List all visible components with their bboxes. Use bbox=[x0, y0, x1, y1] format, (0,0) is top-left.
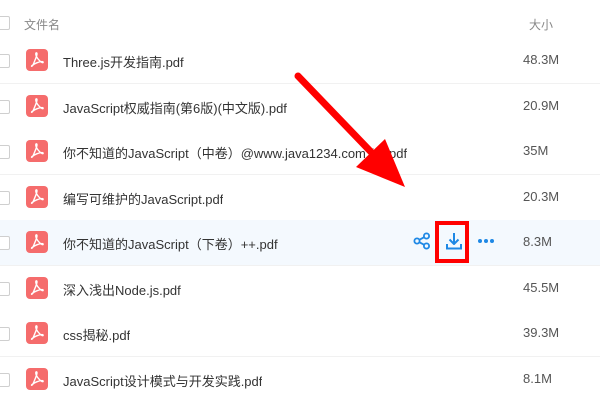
file-row[interactable]: 深入浅出Node.js.pdf 45.5M bbox=[0, 266, 600, 312]
file-name[interactable]: 深入浅出Node.js.pdf bbox=[63, 280, 181, 299]
file-name[interactable]: JavaScript设计模式与开发实践.pdf bbox=[63, 371, 262, 390]
column-header-size[interactable]: 大小 bbox=[529, 16, 553, 33]
file-size: 48.3M bbox=[523, 52, 560, 67]
row-checkbox[interactable] bbox=[0, 145, 10, 159]
pdf-file-icon bbox=[25, 185, 49, 209]
pdf-file-icon bbox=[25, 230, 49, 254]
file-size: 20.3M bbox=[523, 189, 560, 204]
file-size: 20.9M bbox=[523, 98, 560, 113]
pdf-file-icon bbox=[25, 139, 49, 163]
row-checkbox[interactable] bbox=[0, 373, 10, 387]
file-name[interactable]: 编写可维护的JavaScript.pdf bbox=[63, 189, 223, 208]
file-name[interactable]: JavaScript权威指南(第6版)(中文版).pdf bbox=[63, 98, 287, 117]
file-size: 8.3M bbox=[523, 234, 552, 249]
file-name[interactable]: css揭秘.pdf bbox=[63, 325, 130, 344]
file-row[interactable]: JavaScript权威指南(第6版)(中文版).pdf 20.9M bbox=[0, 84, 600, 130]
file-size: 39.3M bbox=[523, 325, 560, 340]
file-row[interactable]: JavaScript设计模式与开发实践.pdf 8.1M bbox=[0, 357, 600, 400]
row-checkbox[interactable] bbox=[0, 100, 10, 114]
pdf-file-icon bbox=[25, 94, 49, 118]
file-name[interactable]: 你不知道的JavaScript（中卷）@www.java1234.com (1)… bbox=[63, 143, 407, 162]
row-checkbox[interactable] bbox=[0, 327, 10, 341]
file-row[interactable]: css揭秘.pdf 39.3M bbox=[0, 311, 600, 357]
file-name[interactable]: 你不知道的JavaScript（下卷）++.pdf bbox=[63, 234, 278, 253]
row-checkbox[interactable] bbox=[0, 191, 10, 205]
file-size: 8.1M bbox=[523, 371, 552, 386]
file-row[interactable]: 编写可维护的JavaScript.pdf 20.3M bbox=[0, 175, 600, 221]
share-icon[interactable] bbox=[412, 231, 432, 251]
row-checkbox[interactable] bbox=[0, 54, 10, 68]
pdf-file-icon bbox=[25, 276, 49, 300]
pdf-file-icon bbox=[25, 367, 49, 391]
pdf-file-icon bbox=[25, 321, 49, 345]
file-size: 45.5M bbox=[523, 280, 560, 295]
download-icon[interactable] bbox=[444, 231, 464, 251]
file-row[interactable]: Three.js开发指南.pdf 48.3M bbox=[0, 38, 600, 84]
pdf-file-icon bbox=[25, 48, 49, 72]
select-all-checkbox[interactable] bbox=[0, 16, 10, 30]
row-checkbox[interactable] bbox=[0, 282, 10, 296]
more-icon[interactable] bbox=[476, 231, 496, 251]
file-size: 35M bbox=[523, 143, 549, 158]
file-list-page: 文件名 大小 Three.js开发指南.pdf 48.3M JavaScript权威… bbox=[0, 0, 600, 400]
file-name[interactable]: Three.js开发指南.pdf bbox=[63, 52, 184, 71]
file-row[interactable]: 你不知道的JavaScript（下卷）++.pdf 8.3M bbox=[0, 220, 600, 266]
file-row[interactable]: 你不知道的JavaScript（中卷）@www.java1234.com (1)… bbox=[0, 129, 600, 175]
row-checkbox[interactable] bbox=[0, 236, 10, 250]
column-header-filename[interactable]: 文件名 bbox=[24, 16, 60, 33]
